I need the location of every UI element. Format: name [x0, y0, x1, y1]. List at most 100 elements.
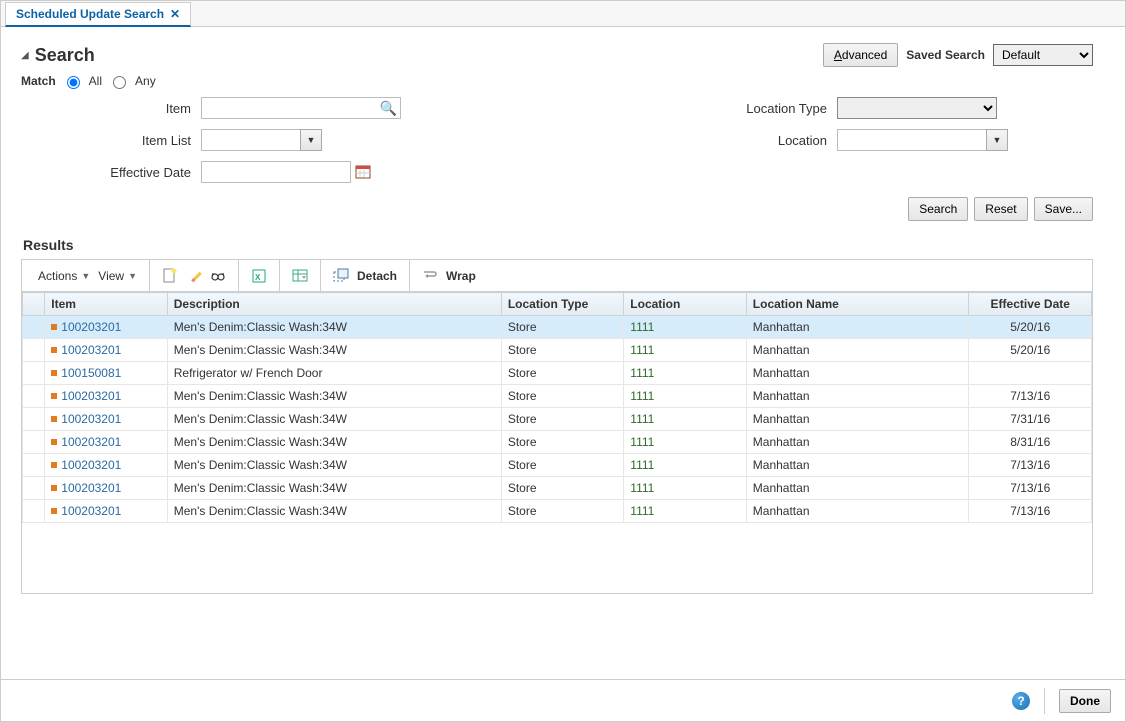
location-link[interactable]: 1111 [630, 481, 654, 495]
saved-search-select[interactable]: Default [993, 44, 1093, 66]
cell-location-type: Store [501, 408, 623, 431]
item-link[interactable]: 100203201 [61, 389, 121, 403]
cell-effective-date [969, 362, 1092, 385]
cell-description: Men's Denim:Classic Wash:34W [167, 454, 501, 477]
item-link[interactable]: 100203201 [61, 435, 121, 449]
cell-description: Men's Denim:Classic Wash:34W [167, 385, 501, 408]
cell-location-type: Store [501, 385, 623, 408]
cell-location-name: Manhattan [746, 362, 969, 385]
advanced-label-rest: dvanced [842, 48, 887, 62]
table-settings-icon[interactable] [288, 266, 312, 286]
cell-location-name: Manhattan [746, 477, 969, 500]
cell-effective-date: 8/31/16 [969, 431, 1092, 454]
col-location-name[interactable]: Location Name [746, 293, 969, 316]
wrap-button[interactable]: Wrap [418, 266, 480, 286]
col-location-type[interactable]: Location Type [501, 293, 623, 316]
item-link[interactable]: 100203201 [61, 320, 121, 334]
cell-location-name: Manhattan [746, 316, 969, 339]
cell-location-type: Store [501, 362, 623, 385]
match-all-radio[interactable] [67, 76, 80, 89]
cell-location-name: Manhattan [746, 408, 969, 431]
match-any-label[interactable]: Any [135, 74, 156, 88]
col-location[interactable]: Location [624, 293, 746, 316]
save-button[interactable]: Save... [1034, 197, 1093, 221]
actions-menu[interactable]: Actions▼ [34, 267, 94, 285]
location-input[interactable] [837, 129, 987, 151]
search-right-controls: Advanced Saved Search Default [823, 43, 1093, 67]
match-any-radio[interactable] [113, 76, 126, 89]
cell-location-type: Store [501, 477, 623, 500]
search-button[interactable]: Search [908, 197, 968, 221]
item-dot-icon [51, 393, 57, 399]
item-link[interactable]: 100203201 [61, 412, 121, 426]
item-list-dropdown-button[interactable]: ▼ [300, 129, 322, 151]
close-icon[interactable]: ✕ [170, 7, 180, 21]
cell-description: Men's Denim:Classic Wash:34W [167, 408, 501, 431]
detach-button[interactable]: Detach [329, 266, 401, 286]
table-row[interactable]: 100203201Men's Denim:Classic Wash:34WSto… [23, 500, 1092, 523]
table-row[interactable]: 100203201Men's Denim:Classic Wash:34WSto… [23, 316, 1092, 339]
item-link[interactable]: 100203201 [61, 458, 121, 472]
search-heading: Search [35, 45, 95, 66]
table-row[interactable]: 100203201 Men's Denim:Classic Wash:34WSto… [23, 385, 1092, 408]
col-effective-date[interactable]: Effective Date [969, 293, 1092, 316]
item-dot-icon [51, 416, 57, 422]
match-label: Match [21, 74, 56, 88]
item-link[interactable]: 100203201 [61, 504, 121, 518]
location-dropdown-button[interactable]: ▼ [986, 129, 1008, 151]
location-link[interactable]: 1111 [630, 343, 654, 357]
table-row[interactable]: 100203201Men's Denim:Classic Wash:34WSto… [23, 454, 1092, 477]
form-right-column: Location Type Location ▼ [577, 97, 1093, 193]
footer: ? Done [1, 679, 1125, 721]
col-description[interactable]: Description [167, 293, 501, 316]
search-icon[interactable]: 🔍 [380, 100, 397, 117]
location-link[interactable]: 1111 [630, 366, 654, 380]
row-item-list: Item List ▼ [21, 129, 537, 151]
advanced-button[interactable]: Advanced [823, 43, 898, 67]
new-icon[interactable] [158, 266, 182, 286]
item-dot-icon [51, 462, 57, 468]
location-link[interactable]: 1111 [630, 389, 654, 403]
table-row[interactable]: 100203201 Men's Denim:Classic Wash:34WSto… [23, 408, 1092, 431]
table-row[interactable]: 100150081Refrigerator w/ French DoorStor… [23, 362, 1092, 385]
row-item: Item 🔍 [21, 97, 537, 119]
location-link[interactable]: 1111 [630, 320, 654, 334]
view-menu[interactable]: View▼ [94, 267, 141, 285]
location-link[interactable]: 1111 [630, 435, 654, 449]
item-dot-icon [51, 485, 57, 491]
glasses-icon[interactable] [206, 266, 230, 286]
location-link[interactable]: 1111 [630, 458, 654, 472]
svg-text:X: X [255, 273, 261, 282]
calendar-icon[interactable] [355, 164, 371, 180]
tab-scheduled-update-search[interactable]: Scheduled Update Search ✕ [5, 2, 191, 27]
edit-icon[interactable] [182, 266, 206, 286]
cell-description: Men's Denim:Classic Wash:34W [167, 431, 501, 454]
cell-effective-date: 7/13/16 [969, 477, 1092, 500]
item-input[interactable] [201, 97, 401, 119]
item-list-input[interactable] [201, 129, 301, 151]
reset-button[interactable]: Reset [974, 197, 1027, 221]
location-link[interactable]: 1111 [630, 412, 654, 426]
cell-location-type: Store [501, 316, 623, 339]
item-link[interactable]: 100203201 [61, 343, 121, 357]
collapse-icon[interactable]: ◢ [21, 50, 29, 61]
item-link[interactable]: 100150081 [61, 366, 121, 380]
done-button[interactable]: Done [1059, 689, 1111, 713]
item-dot-icon [51, 324, 57, 330]
table-row[interactable]: 100203201Men's Denim:Classic Wash:34WSto… [23, 339, 1092, 362]
cell-location-name: Manhattan [746, 431, 969, 454]
table-empty-area [22, 523, 1092, 593]
location-type-select[interactable] [837, 97, 997, 119]
location-type-label: Location Type [577, 101, 837, 116]
col-item[interactable]: Item [45, 293, 167, 316]
effective-date-input[interactable] [201, 161, 351, 183]
export-icon[interactable]: X [247, 266, 271, 286]
item-link[interactable]: 100203201 [61, 481, 121, 495]
table-row[interactable]: 100203201Men's Denim:Classic Wash:34WSto… [23, 431, 1092, 454]
table-row[interactable]: 100203201Men's Denim:Classic Wash:34WSto… [23, 477, 1092, 500]
help-icon[interactable]: ? [1012, 692, 1030, 710]
match-all-label[interactable]: All [89, 74, 102, 88]
cell-effective-date: 7/13/16 [969, 500, 1092, 523]
cell-effective-date: 5/20/16 [969, 316, 1092, 339]
location-link[interactable]: 1111 [630, 504, 654, 518]
